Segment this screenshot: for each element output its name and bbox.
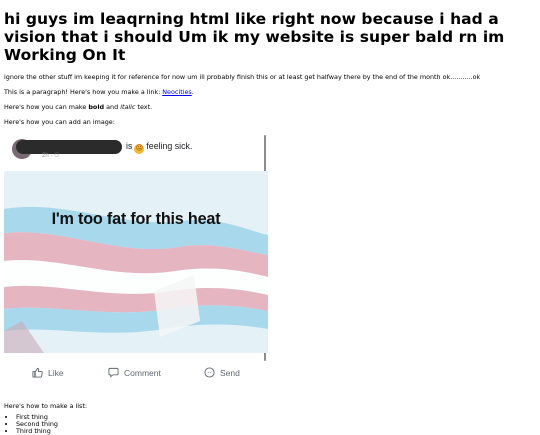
post-status: is ☹ feeling sick.	[126, 140, 192, 154]
status-prefix: is	[126, 141, 133, 151]
meme-image	[4, 171, 268, 353]
like-button[interactable]: Like	[32, 367, 64, 378]
italic-text: italic	[120, 103, 136, 111]
post-time-text: 2h ·	[42, 153, 55, 159]
like-icon	[32, 367, 43, 378]
list-item: Second thing	[16, 421, 536, 428]
meme-caption: I'm too fat for this heat	[51, 210, 221, 228]
redacted-name	[16, 140, 122, 154]
page-content: hi guys im leaqrning html like right now…	[4, 0, 536, 435]
post-header: is ☹ feeling sick. 2h · ⚇	[12, 137, 252, 161]
intro-paragraph: ignore the other stuff im keeping it for…	[4, 73, 481, 81]
friends-icon: ⚇	[54, 153, 60, 159]
sick-emoji-icon: ☹	[134, 144, 145, 154]
image-paragraph: Here's how you can add an image:	[4, 118, 115, 126]
status-suffix: feeling sick.	[146, 141, 193, 151]
bold-text: bold	[88, 103, 105, 111]
post-actions: Like Comment Send	[4, 367, 268, 379]
send-icon	[204, 367, 215, 378]
link-paragraph-end: .	[191, 88, 194, 96]
comment-label: Comment	[124, 367, 161, 378]
link-paragraph: This is a paragraph! Here's how you make…	[4, 88, 536, 96]
link-paragraph-text: This is a paragraph! Here's how you make…	[4, 88, 163, 96]
send-button[interactable]: Send	[204, 367, 240, 378]
list-item: First thing	[16, 414, 536, 421]
send-label: Send	[220, 367, 240, 378]
neocities-link[interactable]: Neocities	[162, 88, 191, 96]
page-heading: hi guys im leaqrning html like right now…	[4, 10, 505, 64]
post-time: 2h · ⚇	[42, 152, 59, 159]
list-paragraph: Here's how to make a list:	[4, 402, 88, 410]
formatting-text-start: Here's how you can make	[4, 103, 89, 111]
formatting-text-end: text.	[135, 103, 153, 111]
comment-button[interactable]: Comment	[108, 367, 161, 378]
example-list: First thing Second thing Third thing	[4, 414, 536, 435]
formatting-paragraph: Here's how you can make bold and italic …	[4, 103, 536, 111]
embedded-post-image: is ☹ feeling sick. 2h · ⚇ I'm too fat for …	[4, 131, 268, 379]
like-label: Like	[48, 367, 64, 378]
list-item: Third thing	[16, 428, 536, 435]
formatting-text-middle: and	[104, 103, 121, 111]
comment-icon	[108, 367, 119, 378]
